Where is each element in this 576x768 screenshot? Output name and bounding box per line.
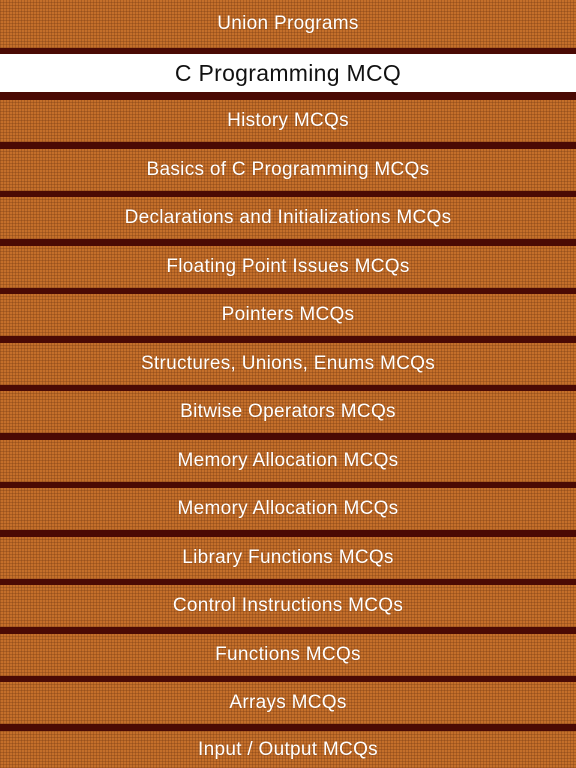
menu-item-declarations[interactable]: Declarations and Initializations MCQs bbox=[0, 197, 576, 239]
menu-item-floating-point[interactable]: Floating Point Issues MCQs bbox=[0, 246, 576, 288]
page-title: C Programming MCQ bbox=[0, 54, 576, 92]
menu-item-memory-allocation-2[interactable]: Memory Allocation MCQs bbox=[0, 488, 576, 530]
menu-item-pointers[interactable]: Pointers MCQs bbox=[0, 294, 576, 336]
menu-item-library-functions[interactable]: Library Functions MCQs bbox=[0, 537, 576, 579]
menu-item-union-programs[interactable]: Union Programs bbox=[0, 0, 576, 48]
menu-item-structures[interactable]: Structures, Unions, Enums MCQs bbox=[0, 343, 576, 385]
menu-item-bitwise[interactable]: Bitwise Operators MCQs bbox=[0, 391, 576, 433]
menu-item-input-output[interactable]: Input / Output MCQs bbox=[0, 731, 576, 768]
menu-item-basics[interactable]: Basics of C Programming MCQs bbox=[0, 149, 576, 191]
menu-item-functions[interactable]: Functions MCQs bbox=[0, 634, 576, 676]
menu-item-arrays[interactable]: Arrays MCQs bbox=[0, 682, 576, 724]
menu-item-history[interactable]: History MCQs bbox=[0, 100, 576, 142]
menu-item-memory-allocation[interactable]: Memory Allocation MCQs bbox=[0, 440, 576, 482]
menu-item-control-instructions[interactable]: Control Instructions MCQs bbox=[0, 585, 576, 627]
